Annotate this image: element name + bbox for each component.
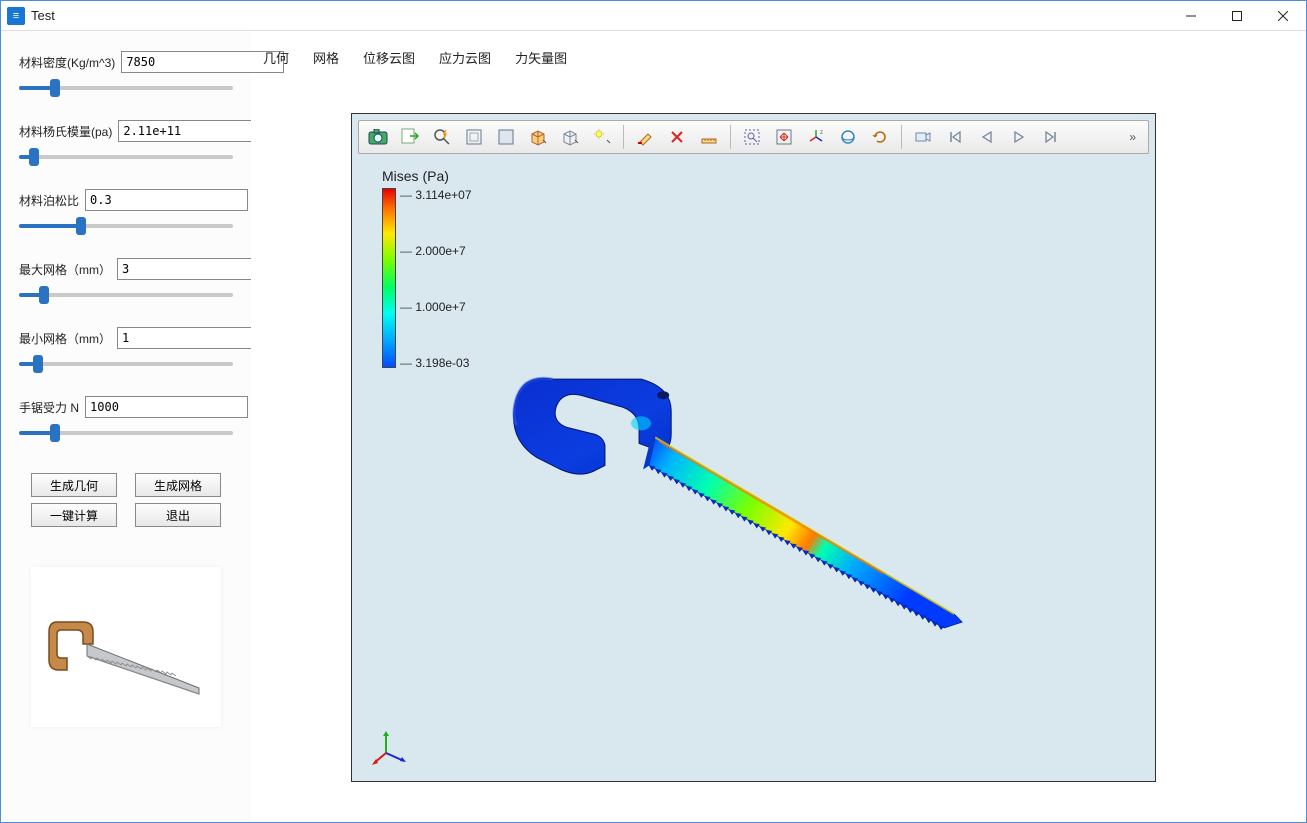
param-label: 材料杨氏模量(pa) [19,123,112,140]
skip-last-icon[interactable] [1036,123,1066,151]
exit-button[interactable]: 退出 [135,503,221,527]
tab-3[interactable]: 应力云图 [437,44,493,71]
frame-icon[interactable] [491,123,521,151]
param-label: 最小网格（mm） [19,330,111,347]
one-click-compute-button[interactable]: 一键计算 [31,503,117,527]
stress-contour-model [352,158,1155,781]
generate-mesh-button[interactable]: 生成网格 [135,473,221,497]
tab-4[interactable]: 力矢量图 [513,44,569,71]
export-icon[interactable] [395,123,425,151]
ruler-icon[interactable] [694,123,724,151]
window-title: Test [31,8,55,23]
title-bar: ≡ Test [1,1,1306,31]
tab-0[interactable]: 几何 [261,44,291,71]
minimize-button[interactable] [1168,1,1214,31]
play-back-icon[interactable] [972,123,1002,151]
svg-text:z: z [820,130,823,136]
param-label: 手锯受力 N [19,399,79,416]
param-slider[interactable] [19,148,233,166]
box-color-icon[interactable] [523,123,553,151]
axis-triad-icon [372,727,412,767]
maximize-button[interactable] [1214,1,1260,31]
param-slider[interactable] [19,217,233,235]
app-icon: ≡ [7,7,25,25]
zoom-flash-icon[interactable] [427,123,457,151]
tab-2[interactable]: 位移云图 [361,44,417,71]
axes-icon[interactable]: z [801,123,831,151]
tab-1[interactable]: 网格 [311,44,341,71]
box-tool-icon[interactable] [459,123,489,151]
param-slider[interactable] [19,355,233,373]
param-label: 最大网格（mm） [19,261,111,278]
select-area-icon[interactable] [737,123,767,151]
camera-icon[interactable] [363,123,393,151]
parameter-sidebar: 材料密度(Kg/m^3) 材料杨氏模量(pa) 材料泊松比 最大网格（mm） 最… [1,31,251,822]
generate-geometry-button[interactable]: 生成几何 [31,473,117,497]
play-forward-icon[interactable] [1004,123,1034,151]
brush-icon[interactable] [630,123,660,151]
result-viewer-frame: z » Mises (Pa) [351,113,1156,782]
param-label: 材料密度(Kg/m^3) [19,54,115,71]
viewport-3d[interactable]: Mises (Pa) 3.114e+072.000e+71.000e+73.19… [352,158,1155,781]
result-tabs: 几何网格位移云图应力云图力矢量图 [251,41,1296,73]
param-label: 材料泊松比 [19,192,79,209]
viewer-toolbar: z » [358,120,1149,154]
video-icon[interactable] [908,123,938,151]
param-slider[interactable] [19,286,233,304]
delete-icon[interactable] [662,123,692,151]
orbit-icon[interactable] [833,123,863,151]
param-input[interactable] [85,189,248,211]
param-input[interactable] [85,396,248,418]
skip-first-icon[interactable] [940,123,970,151]
toolbar-overflow-icon[interactable]: » [1121,130,1144,144]
rotate-icon[interactable] [865,123,895,151]
close-button[interactable] [1260,1,1306,31]
highlight-icon[interactable] [587,123,617,151]
param-slider[interactable] [19,79,233,97]
model-thumbnail [31,567,221,727]
param-slider[interactable] [19,424,233,442]
box-wire-icon[interactable] [555,123,585,151]
pan-icon[interactable] [769,123,799,151]
